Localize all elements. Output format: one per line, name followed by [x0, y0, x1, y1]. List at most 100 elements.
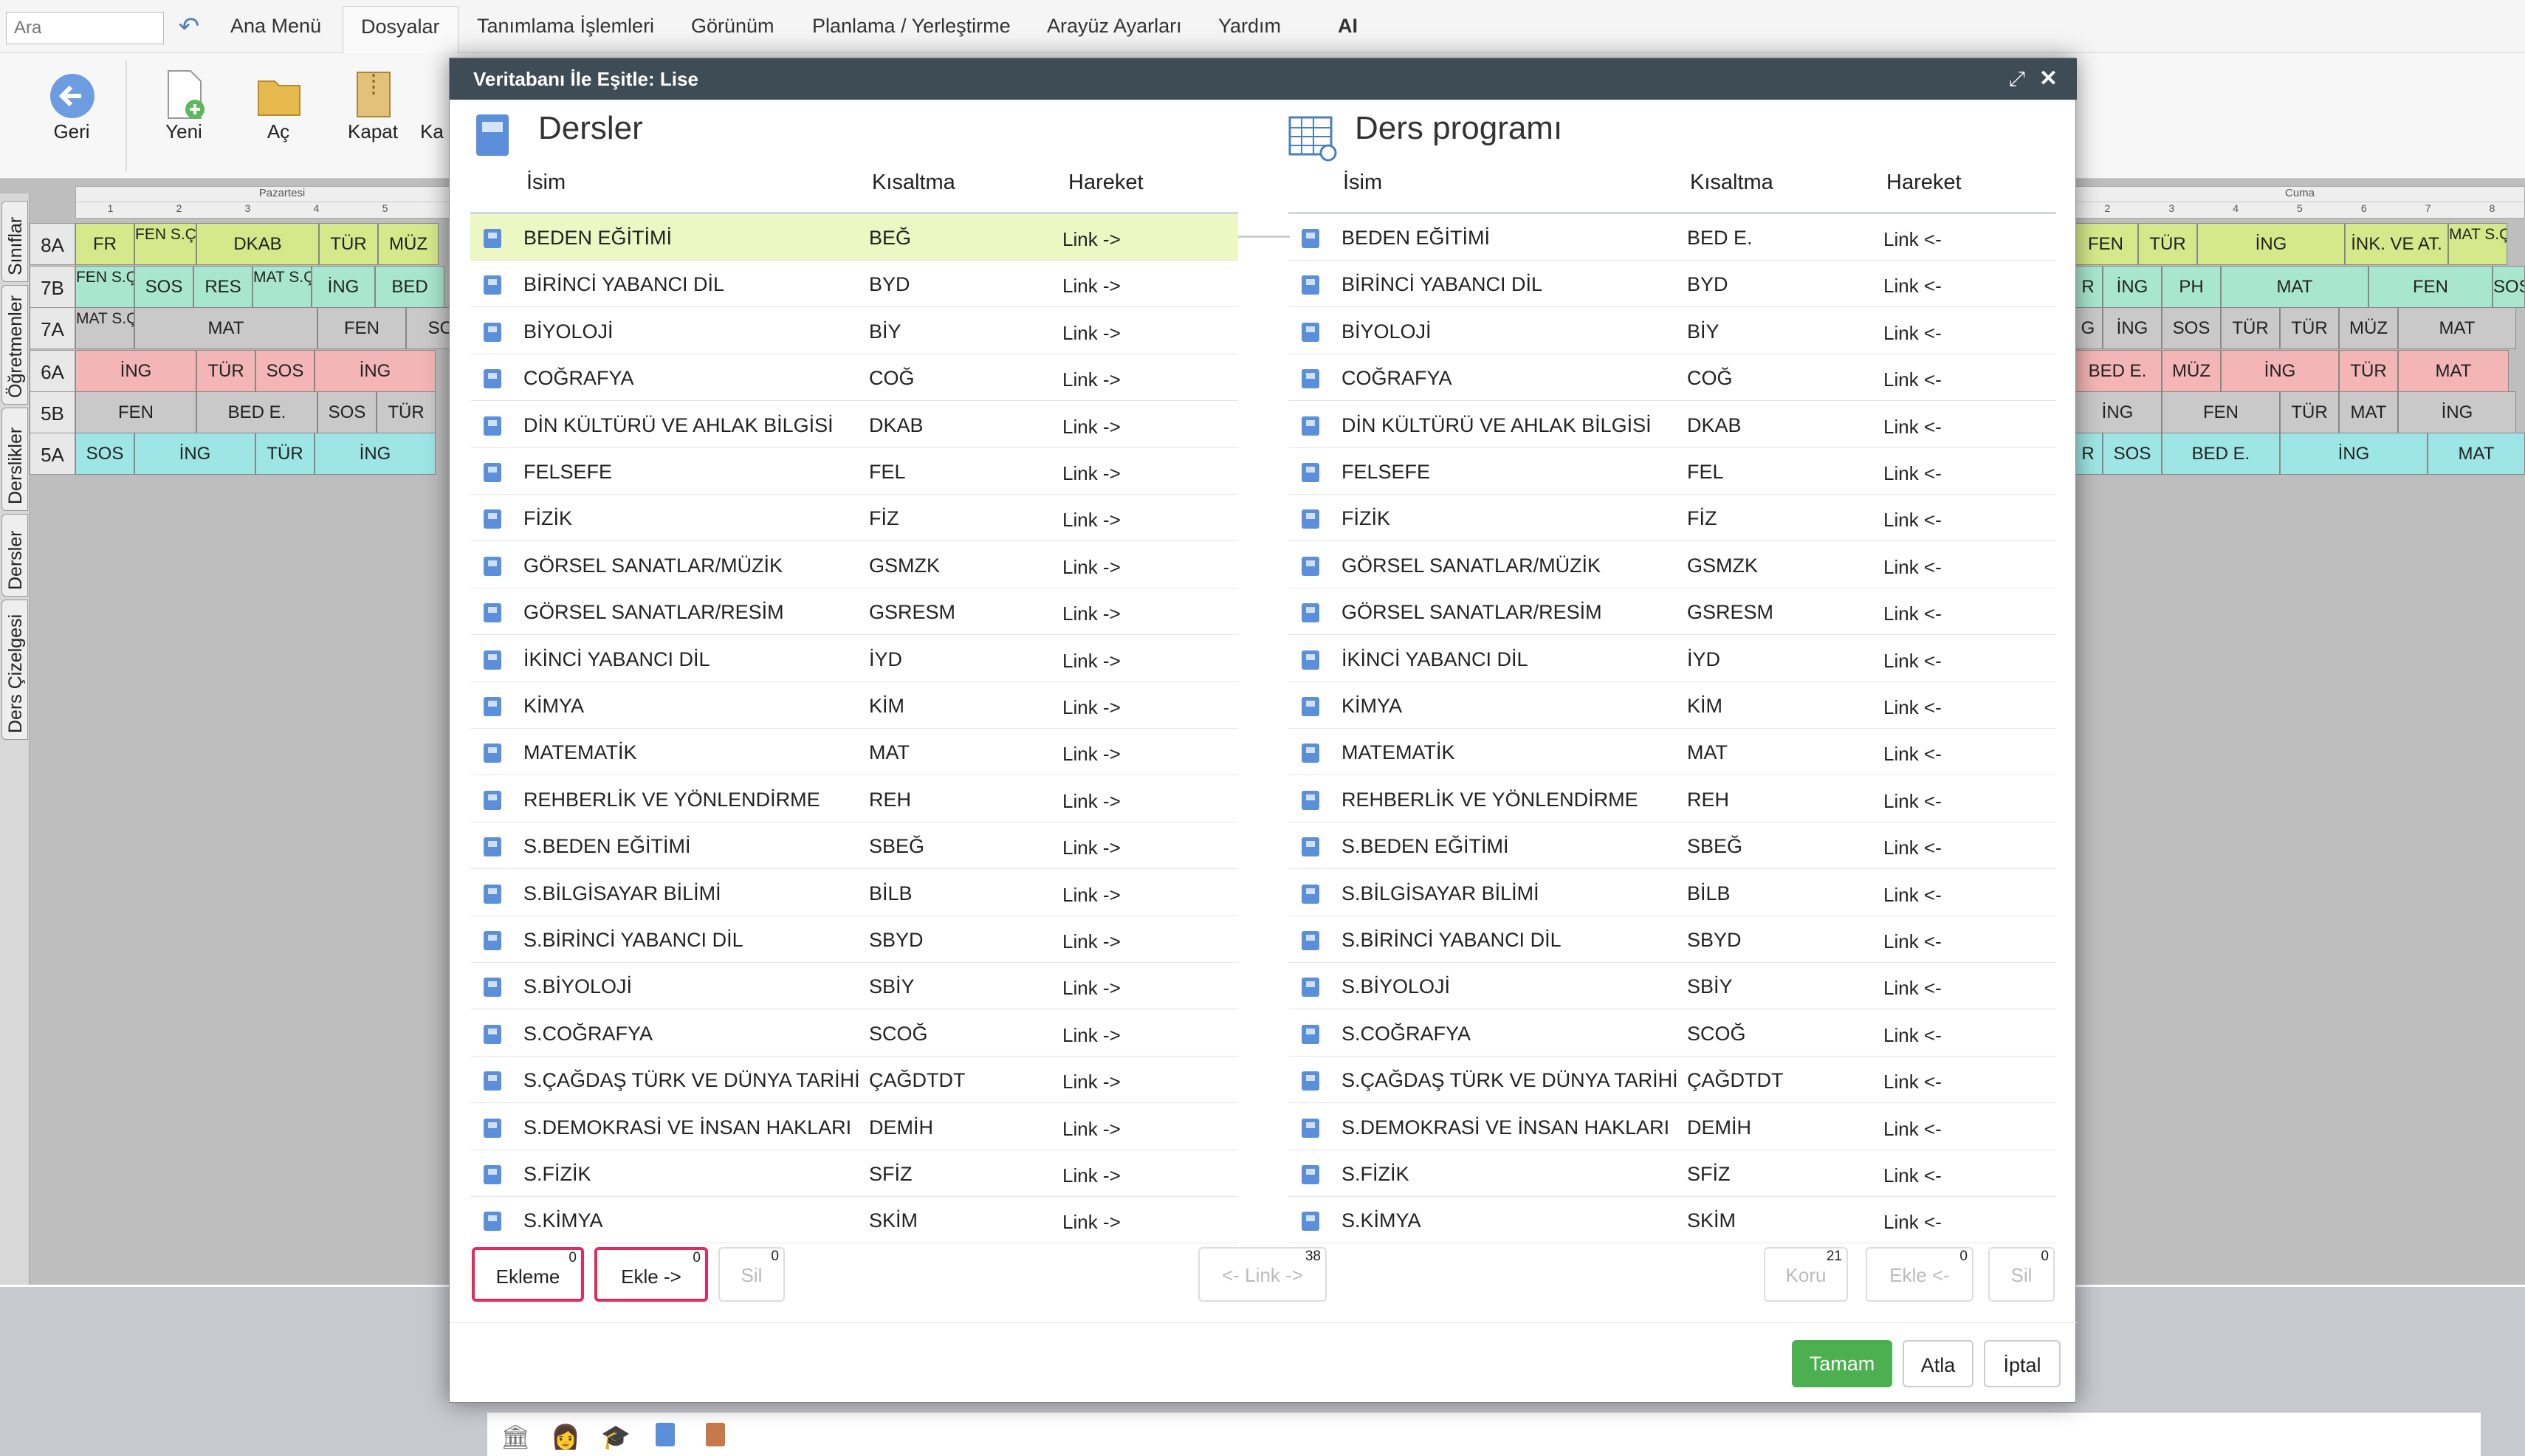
graduation-cap-icon[interactable]: 🎓: [601, 1423, 631, 1451]
undo-icon[interactable]: ↶: [174, 12, 204, 41]
menu-arayuz[interactable]: Arayüz Ayarları: [1047, 15, 1182, 38]
link-action[interactable]: Link ->: [1062, 509, 1121, 532]
list-item[interactable]: REHBERLİK VE YÖNLENDİRME REH Link <-: [1288, 776, 2056, 823]
list-item[interactable]: BİYOLOJİ BİY Link <-: [1288, 308, 2056, 354]
link-action[interactable]: Link ->: [1062, 462, 1121, 485]
list-item[interactable]: S.DEMOKRASİ VE İNSAN HAKLARI DEMİH Link ->: [470, 1104, 1238, 1150]
right-col-name[interactable]: İsim: [1343, 171, 1382, 195]
menu-yardim[interactable]: Yardım: [1218, 15, 1281, 38]
lesson-cell[interactable]: İNG: [315, 433, 436, 475]
link-action[interactable]: Link <-: [1883, 930, 1942, 953]
lesson-cell[interactable]: İNG: [2103, 307, 2162, 349]
menu-ana-menu[interactable]: Ana Menü: [230, 15, 321, 38]
menu-tanimlama[interactable]: Tanımlama İşlemleri: [477, 15, 654, 38]
list-item[interactable]: GÖRSEL SANATLAR/RESİM GSRESM Link ->: [470, 588, 1238, 636]
list-item[interactable]: GÖRSEL SANATLAR/MÜZİK GSMZK Link ->: [470, 542, 1238, 588]
list-item[interactable]: BEDEN EĞİTİMİ BEĞ Link ->: [470, 214, 1238, 261]
left-col-abbr[interactable]: Kısaltma: [872, 171, 955, 195]
link-action[interactable]: Link <-: [1883, 790, 1942, 813]
link-action[interactable]: Link <-: [1883, 416, 1942, 439]
lesson-cell[interactable]: SOS: [2493, 266, 2525, 308]
lesson-cell[interactable]: TÜR: [196, 350, 255, 392]
ok-button[interactable]: Tamam: [1792, 1340, 1892, 1387]
list-item[interactable]: FELSEFE FEL Link ->: [470, 448, 1238, 495]
list-item[interactable]: COĞRAFYA COĞ Link <-: [1288, 354, 2056, 402]
link-action[interactable]: Link ->: [1062, 322, 1121, 345]
link-action[interactable]: Link ->: [1062, 650, 1121, 673]
book-icon[interactable]: [656, 1423, 675, 1446]
link-action[interactable]: Link <-: [1883, 1071, 1942, 1093]
lesson-cell[interactable]: R: [2073, 433, 2103, 475]
link-action[interactable]: Link ->: [1062, 416, 1121, 439]
tab-dersler[interactable]: Dersler: [1, 514, 28, 597]
lesson-cell[interactable]: TÜR: [2280, 307, 2339, 349]
open-button[interactable]: Aç: [238, 61, 319, 171]
list-item[interactable]: S.BİRİNCİ YABANCI DİL SBYD Link ->: [470, 916, 1238, 963]
class-label[interactable]: 5A: [30, 433, 75, 475]
lesson-cell[interactable]: MAT: [2428, 433, 2525, 475]
link-action[interactable]: Link ->: [1062, 1118, 1121, 1141]
class-label[interactable]: 5B: [30, 391, 75, 433]
list-item[interactable]: S.COĞRAFYA SCOĞ Link <-: [1288, 1010, 2056, 1057]
list-item[interactable]: BEDEN EĞİTİMİ BED E. Link <-: [1288, 214, 2056, 261]
delete-left-button[interactable]: Sil 0: [718, 1247, 785, 1302]
link-action[interactable]: Link ->: [1062, 790, 1121, 813]
keep-button[interactable]: Koru 21: [1764, 1247, 1848, 1302]
lesson-cell[interactable]: TÜR: [377, 391, 436, 433]
lesson-cell[interactable]: SOS: [134, 266, 193, 308]
list-item[interactable]: FİZİK FİZ Link ->: [470, 495, 1238, 542]
lesson-cell[interactable]: İNG: [2280, 433, 2428, 475]
list-item[interactable]: DİN KÜLTÜRÜ VE AHLAK BİLGİSİ DKAB Link ->: [470, 402, 1238, 448]
lesson-cell[interactable]: MÜZ: [2339, 307, 2398, 349]
link-action[interactable]: Link <-: [1883, 602, 1942, 625]
lesson-cell[interactable]: SOS: [255, 350, 315, 392]
lesson-cell[interactable]: RES: [193, 266, 252, 308]
link-action[interactable]: Link ->: [1062, 1164, 1121, 1187]
menu-planlama[interactable]: Planlama / Yerleştirme: [812, 15, 1011, 38]
link-action[interactable]: Link <-: [1883, 275, 1942, 298]
list-item[interactable]: S.KİMYA SKİM Link ->: [470, 1197, 1238, 1244]
menu-ai[interactable]: AI: [1338, 15, 1358, 38]
lesson-cell[interactable]: DKAB: [196, 223, 319, 265]
link-action[interactable]: Link <-: [1883, 368, 1942, 391]
lesson-cell[interactable]: MAT S.Ç.: [252, 266, 312, 308]
list-item[interactable]: KİMYA KİM Link ->: [470, 682, 1238, 729]
lesson-cell[interactable]: TÜR: [319, 223, 378, 265]
link-action[interactable]: Link <-: [1883, 837, 1942, 859]
link-both-button[interactable]: <- Link -> 38: [1198, 1247, 1327, 1302]
list-item[interactable]: MATEMATİK MAT Link <-: [1288, 729, 2056, 776]
lesson-cell[interactable]: İNG: [2197, 223, 2345, 265]
list-item[interactable]: BİRİNCİ YABANCI DİL BYD Link ->: [470, 261, 1238, 308]
link-action[interactable]: Link ->: [1062, 556, 1121, 579]
lesson-cell[interactable]: TÜR: [2138, 223, 2197, 265]
list-item[interactable]: S.BİYOLOJİ SBİY Link ->: [470, 963, 1238, 1010]
link-action[interactable]: Link <-: [1883, 743, 1942, 766]
lesson-cell[interactable]: MÜZ: [2162, 350, 2221, 392]
lesson-cell[interactable]: TÜR: [2339, 350, 2398, 392]
list-item[interactable]: KİMYA KİM Link <-: [1288, 682, 2056, 729]
back-button[interactable]: Geri: [31, 61, 112, 171]
class-label[interactable]: 7A: [30, 307, 75, 349]
link-action[interactable]: Link ->: [1062, 602, 1121, 625]
right-col-action[interactable]: Hareket: [1886, 171, 1962, 195]
list-item[interactable]: BİRİNCİ YABANCI DİL BYD Link <-: [1288, 261, 2056, 308]
lesson-cell[interactable]: İNG: [2398, 391, 2516, 433]
list-item[interactable]: İKİNCİ YABANCI DİL İYD Link <-: [1288, 636, 2056, 682]
list-item[interactable]: MATEMATİK MAT Link ->: [470, 729, 1238, 776]
search-input[interactable]: [6, 12, 164, 44]
lesson-cell[interactable]: TÜR: [2221, 307, 2280, 349]
close-file-button[interactable]: Kapat: [332, 61, 413, 171]
lesson-cell[interactable]: FEN: [2162, 391, 2280, 433]
list-item[interactable]: BİYOLOJİ BİY Link ->: [470, 308, 1238, 354]
link-action[interactable]: Link ->: [1062, 228, 1121, 251]
lesson-cell[interactable]: PH: [2162, 266, 2221, 308]
list-item[interactable]: S.FİZİK SFİZ Link <-: [1288, 1150, 2056, 1197]
menu-gorunum[interactable]: Görünüm: [691, 15, 774, 38]
list-item[interactable]: S.FİZİK SFİZ Link ->: [470, 1150, 1238, 1197]
tab-derslikler[interactable]: Derslikler: [1, 408, 28, 511]
list-item[interactable]: S.BEDEN EĞİTİMİ SBEĞ Link <-: [1288, 823, 2056, 870]
lesson-cell[interactable]: İNK. VE AT.: [2345, 223, 2448, 265]
lesson-cell[interactable]: İNG: [75, 350, 196, 392]
link-action[interactable]: Link <-: [1883, 1164, 1942, 1187]
link-action[interactable]: Link <-: [1883, 696, 1942, 719]
